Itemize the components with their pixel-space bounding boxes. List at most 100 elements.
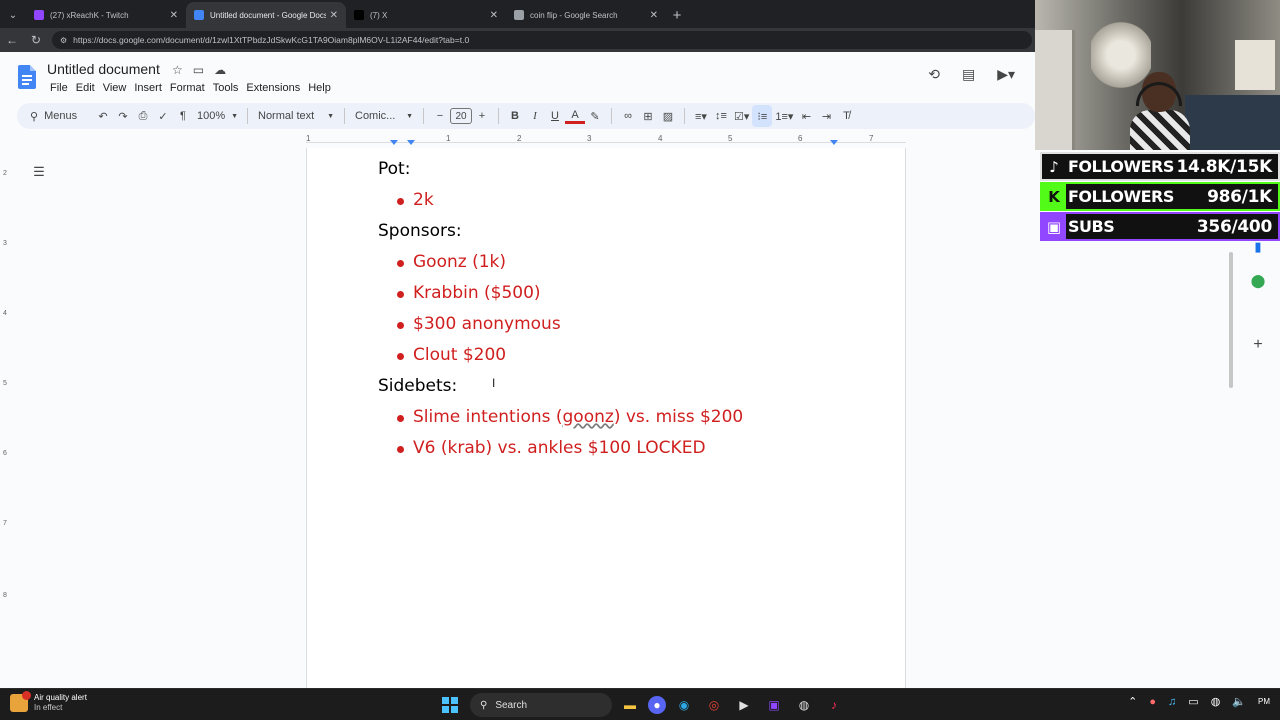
browser-tab[interactable]: coin flip - Google Search ✕ [506, 2, 666, 28]
browser-tab[interactable]: Untitled document - Google Docs ✕ [186, 2, 346, 28]
bold-icon[interactable]: B [505, 105, 525, 127]
paragraph-style-select[interactable]: Normal text ▼ [254, 105, 338, 127]
clock[interactable]: PM [1258, 697, 1270, 707]
highlight-icon[interactable]: ✎ [585, 105, 605, 127]
meet-icon[interactable]: ▶▾ [997, 66, 1015, 83]
bulleted-list-icon[interactable]: ⁝≡ [752, 105, 773, 127]
weather-widget[interactable]: Air quality alert In effect [10, 691, 87, 713]
get-addons-plus-icon[interactable]: + [1251, 336, 1265, 353]
bullet-item[interactable]: Clout $200 [378, 340, 743, 371]
back-arrow-icon[interactable]: ← [0, 28, 24, 52]
menu-item-edit[interactable]: Edit [73, 80, 100, 96]
increase-font-size-icon[interactable]: + [472, 105, 492, 127]
comments-icon[interactable]: ▤ [962, 66, 975, 83]
paint-format-icon[interactable]: ¶ [173, 105, 193, 127]
font-select[interactable]: Comic... ▼ [351, 105, 417, 127]
menu-item-help[interactable]: Help [305, 80, 336, 96]
link-icon[interactable]: ∞ [618, 105, 638, 127]
taskbar-search[interactable]: ⚲ Search [470, 693, 612, 717]
star-icon[interactable]: ☆ [172, 63, 183, 77]
add-comment-icon[interactable]: ⊞ [638, 105, 658, 127]
menu-item-tools[interactable]: Tools [210, 80, 244, 96]
print-icon[interactable]: ⎙ [133, 105, 153, 127]
first-line-indent-marker[interactable] [407, 140, 415, 145]
horizontal-ruler[interactable]: 1 1 2 3 4 5 6 7 [306, 132, 906, 146]
cloud-status-icon[interactable]: ☁ [214, 63, 226, 77]
decrease-font-size-icon[interactable]: − [430, 105, 450, 127]
document-page[interactable]: Pot: 2k Sponsors: Goonz (1k) Krabbin ($500) $… [306, 148, 906, 688]
menu-item-format[interactable]: Format [167, 80, 210, 96]
new-tab-button[interactable]: + [666, 2, 688, 28]
underline-icon[interactable]: U [545, 105, 565, 127]
tab-close-icon[interactable]: ✕ [490, 10, 498, 21]
zoom-value: 100% [197, 110, 226, 122]
spellcheck-icon[interactable]: ✓ [153, 105, 173, 127]
zoom-select[interactable]: 100% ▼ [193, 105, 241, 127]
redo-icon[interactable]: ↷ [113, 105, 133, 127]
bullet-item[interactable]: $300 anonymous [378, 309, 743, 340]
right-indent-marker[interactable] [830, 140, 838, 145]
url-input[interactable]: ⚙ https://docs.google.com/document/d/1zw… [52, 31, 1032, 49]
bullet-item-text: 2k [413, 190, 434, 210]
checklist-icon[interactable]: ☑▾ [731, 105, 752, 127]
file-explorer-icon[interactable]: ▬ [618, 693, 642, 717]
bullet-item[interactable]: Krabbin ($500) [378, 278, 743, 309]
undo-icon[interactable]: ↶ [93, 105, 113, 127]
increase-indent-icon[interactable]: ⇥ [816, 105, 836, 127]
microphone-icon[interactable]: ♫ [1168, 696, 1176, 708]
chrome-icon[interactable]: ◎ [702, 693, 726, 717]
line-spacing-icon[interactable]: ↕≡ [711, 105, 731, 127]
contacts-icon[interactable]: ▮ [1251, 239, 1265, 254]
tab-close-icon[interactable]: ✕ [650, 10, 658, 21]
document-body[interactable]: Pot: 2k Sponsors: Goonz (1k) Krabbin ($500) $… [378, 154, 743, 464]
tray-app-icon[interactable]: ● [1149, 696, 1156, 708]
docs-logo-icon[interactable] [18, 65, 36, 89]
font-size-input[interactable]: 20 [450, 108, 472, 124]
menu-item-file[interactable]: File [47, 80, 73, 96]
version-history-icon[interactable]: ⟲ [928, 66, 940, 83]
tab-close-icon[interactable]: ✕ [170, 10, 178, 21]
tab-close-icon[interactable]: ✕ [330, 10, 338, 21]
menu-item-insert[interactable]: Insert [131, 80, 167, 96]
display-icon[interactable]: ▭ [1188, 695, 1198, 708]
obs-icon[interactable]: ◍ [792, 693, 816, 717]
reload-icon[interactable]: ↻ [24, 28, 48, 52]
site-info-icon[interactable]: ⚙ [60, 36, 67, 45]
twitch-icon[interactable]: ▣ [762, 693, 786, 717]
text-color-icon[interactable]: A [565, 108, 585, 124]
vertical-scrollbar[interactable] [1229, 252, 1233, 388]
menu-item-view[interactable]: View [100, 80, 132, 96]
decrease-indent-icon[interactable]: ⇤ [796, 105, 816, 127]
bullet-item[interactable]: Slime intentions (goonz) vs. miss $200 [378, 402, 743, 433]
browser-tab[interactable]: (7) X ✕ [346, 2, 506, 28]
tray-chevron-up-icon[interactable]: ⌃ [1128, 695, 1137, 708]
spelling-flagged-word[interactable]: goonz [563, 407, 614, 427]
network-icon[interactable]: ◍ [1211, 695, 1221, 708]
clear-formatting-icon[interactable]: T̸ [836, 105, 856, 127]
maps-icon[interactable]: ⬤ [1251, 273, 1266, 288]
media-player-icon[interactable]: ▶ [732, 693, 756, 717]
menu-item-extensions[interactable]: Extensions [243, 80, 305, 96]
bullet-item[interactable]: 2k [378, 185, 743, 216]
document-title[interactable]: Untitled document [47, 61, 160, 77]
insert-image-icon[interactable]: ▨ [658, 105, 678, 127]
bullet-item[interactable]: V6 (krab) vs. ankles $100 LOCKED [378, 433, 743, 464]
volume-icon[interactable]: 🔈 [1232, 695, 1246, 708]
align-icon[interactable]: ≡▾ [691, 105, 711, 127]
windows-start-icon[interactable] [442, 697, 458, 713]
edge-icon[interactable]: ◉ [672, 693, 696, 717]
tab-search-chevron-icon[interactable]: ⌄ [0, 2, 26, 28]
discord-icon[interactable]: ● [648, 696, 666, 714]
browser-tab[interactable]: (27) xReachK - Twitch ✕ [26, 2, 186, 28]
document-outline-icon[interactable]: ☰ [30, 163, 48, 181]
bullet-item[interactable]: Goonz (1k) [378, 247, 743, 278]
menus-search-button[interactable]: ⚲ Menus [27, 105, 85, 127]
italic-icon[interactable]: I [525, 105, 545, 127]
tiktok-icon[interactable]: ♪ [822, 693, 846, 717]
numbered-list-icon[interactable]: 1≡▾ [772, 105, 796, 127]
section-heading[interactable]: Sponsors: [378, 216, 743, 247]
left-indent-marker[interactable] [390, 140, 398, 145]
move-folder-icon[interactable]: ▭ [193, 63, 204, 77]
section-heading[interactable]: Sidebets: [378, 371, 743, 402]
section-heading[interactable]: Pot: [378, 154, 743, 185]
